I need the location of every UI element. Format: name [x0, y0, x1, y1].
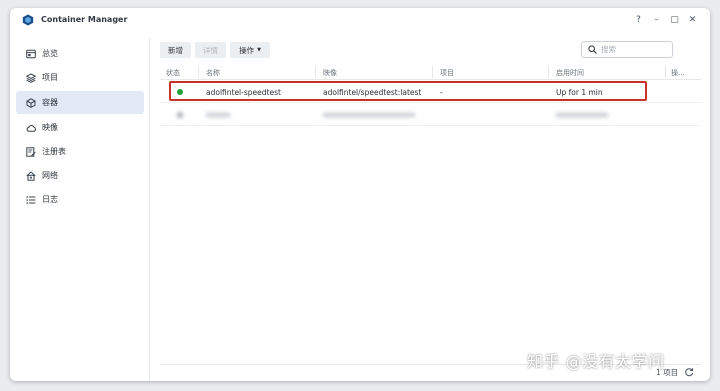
image-icon: [26, 123, 36, 133]
table-row-redacted[interactable]: [160, 104, 701, 126]
close-button[interactable]: ✕: [686, 13, 699, 26]
container-manager-window: Container Manager ? – ▢ ✕ 总览 项目 容器 映像 注册…: [10, 8, 710, 381]
column-divider: [315, 66, 316, 78]
watermark-text: 知乎 @没有太学问: [527, 352, 665, 371]
title-bar: Container Manager ? – ▢ ✕: [10, 8, 710, 32]
search-input[interactable]: [601, 45, 671, 54]
main-panel: 新增 详情 操作 ▼ 状态 名称 映像 项目 启用时间 操... adolf: [151, 38, 710, 381]
help-button[interactable]: ?: [632, 13, 645, 26]
redacted-name: [206, 113, 230, 117]
sidebar-item-container[interactable]: 容器: [16, 91, 144, 114]
container-icon: [26, 97, 36, 108]
sidebar-item-label: 项目: [42, 73, 58, 82]
sidebar-item-label: 映像: [42, 123, 58, 132]
search-box[interactable]: [581, 41, 673, 58]
redacted-uptime: [556, 113, 608, 117]
actions-dropdown[interactable]: 操作 ▼: [230, 42, 270, 58]
caret-down-icon: ▼: [257, 47, 261, 53]
registry-icon: [26, 146, 36, 157]
redacted-image: [323, 113, 415, 117]
table-header: 状态 名称 映像 项目 启用时间 操...: [160, 64, 701, 80]
table-row[interactable]: adolfintel-speedtest adolfintel/speedtes…: [160, 81, 701, 103]
column-divider: [548, 66, 549, 78]
sidebar-item-project[interactable]: 项目: [16, 66, 144, 89]
sidebar-item-label: 总览: [42, 49, 58, 58]
actions-label: 操作: [239, 45, 255, 55]
column-divider: [665, 66, 666, 78]
project-icon: [26, 72, 36, 83]
app-title: Container Manager: [41, 15, 128, 24]
network-icon: [26, 170, 36, 181]
sidebar: 总览 项目 容器 映像 注册表 网络 日志: [10, 38, 150, 381]
overview-icon: [26, 49, 36, 59]
sidebar-item-registry[interactable]: 注册表: [16, 140, 144, 163]
new-button[interactable]: 新增: [160, 42, 191, 58]
status-redacted-icon: [177, 112, 183, 118]
sidebar-item-label: 网络: [42, 171, 58, 180]
sidebar-item-log[interactable]: 日志: [16, 188, 144, 211]
sidebar-item-label: 容器: [42, 98, 58, 107]
column-header-status[interactable]: 状态: [166, 68, 180, 78]
sidebar-item-overview[interactable]: 总览: [16, 42, 144, 65]
column-divider: [198, 66, 199, 78]
refresh-icon[interactable]: [684, 367, 694, 377]
search-icon: [588, 45, 597, 54]
highlight-box: [169, 81, 647, 101]
column-divider: [432, 66, 433, 78]
sidebar-item-label: 注册表: [42, 147, 66, 156]
log-icon: [26, 195, 36, 205]
details-button[interactable]: 详情: [195, 42, 226, 58]
sidebar-item-label: 日志: [42, 195, 58, 204]
sidebar-item-image[interactable]: 映像: [16, 116, 144, 139]
column-header-image[interactable]: 映像: [323, 68, 337, 78]
maximize-button[interactable]: ▢: [668, 13, 681, 26]
column-header-actions[interactable]: 操...: [671, 68, 685, 78]
minimize-button[interactable]: –: [650, 13, 663, 26]
container-manager-logo-icon: [22, 14, 34, 26]
column-header-uptime[interactable]: 启用时间: [556, 68, 584, 78]
column-header-project[interactable]: 项目: [440, 68, 454, 78]
column-header-name[interactable]: 名称: [206, 68, 220, 78]
sidebar-item-network[interactable]: 网络: [16, 164, 144, 187]
